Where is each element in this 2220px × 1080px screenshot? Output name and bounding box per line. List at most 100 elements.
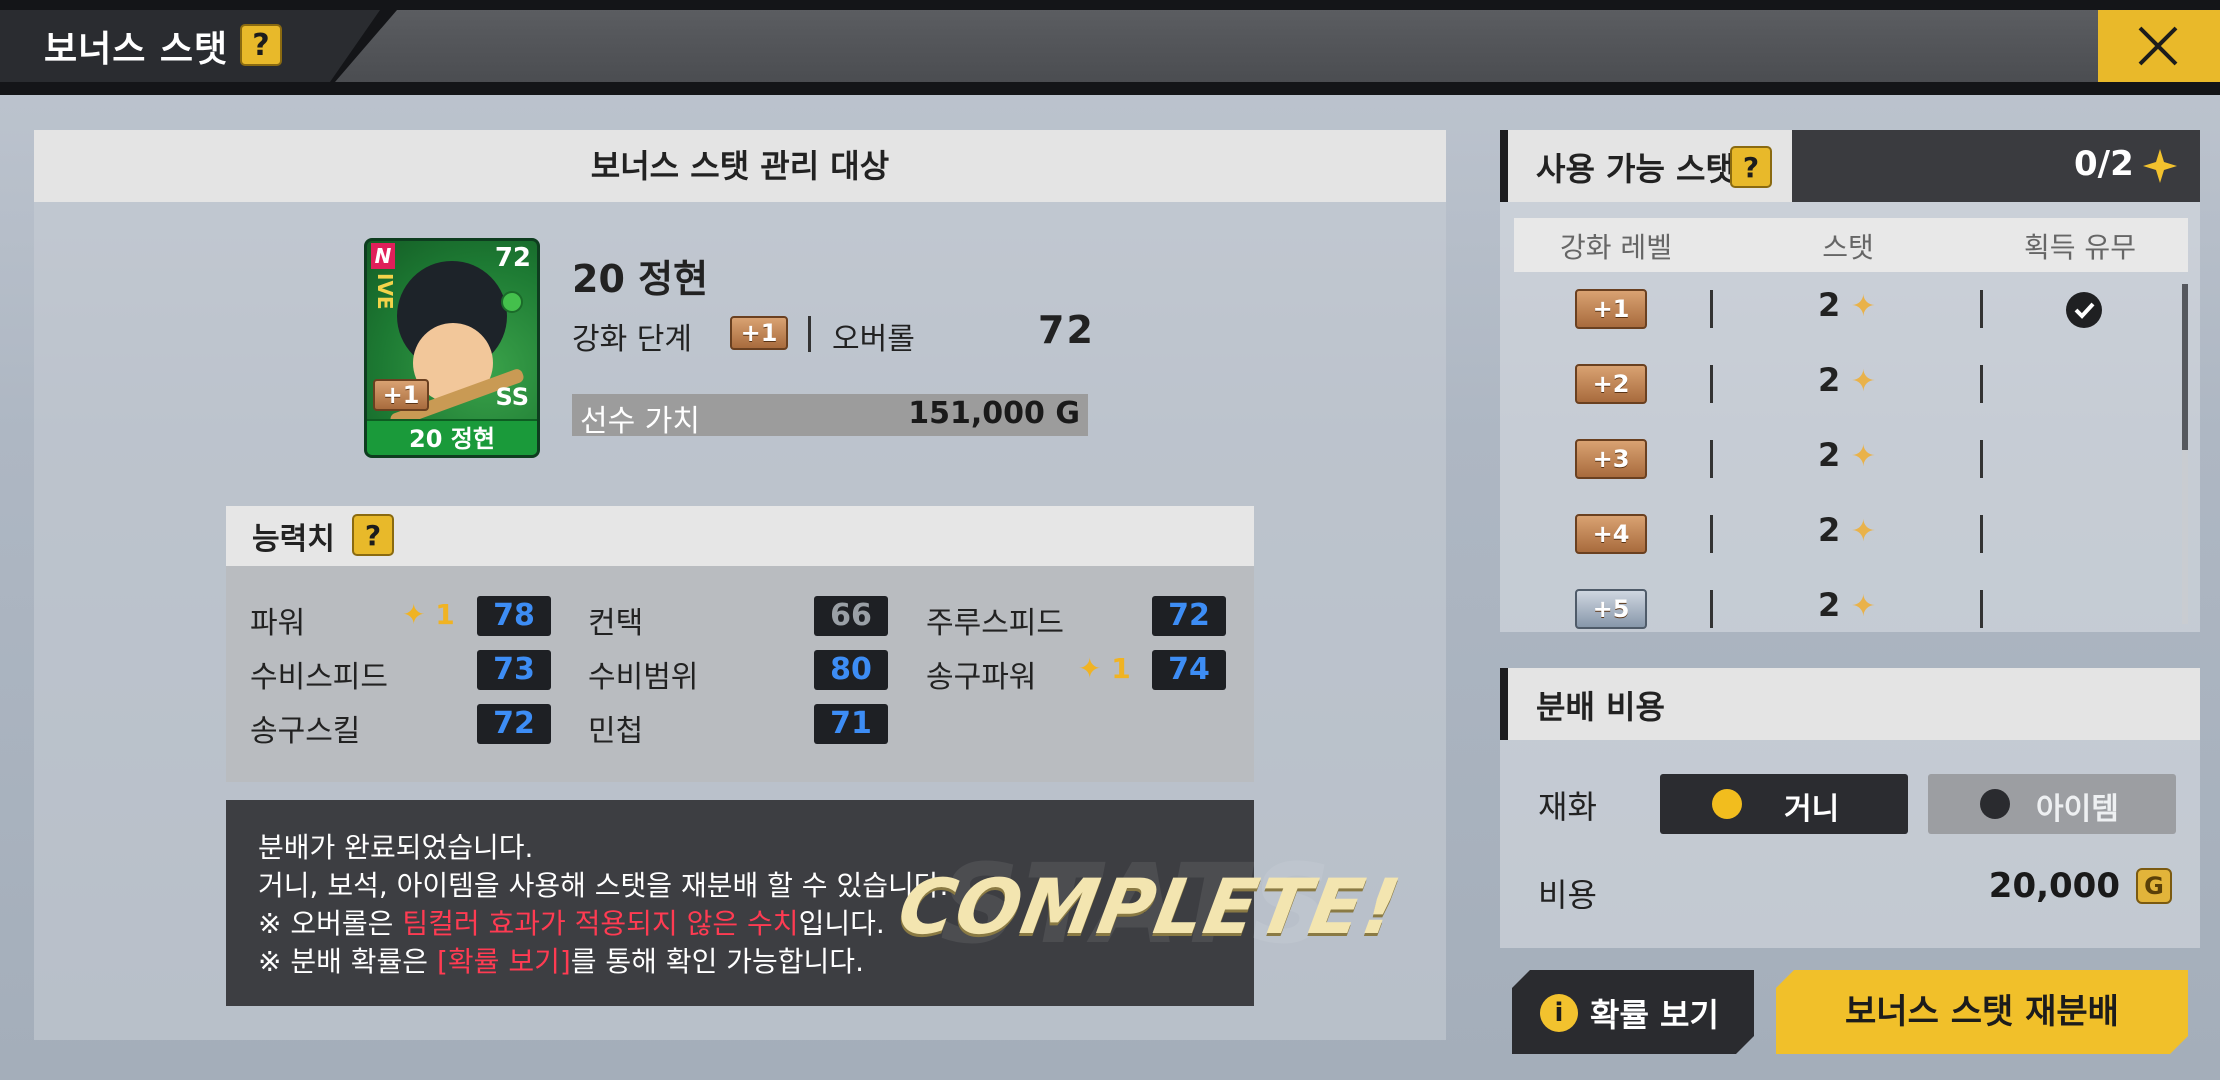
card-grade-badge: N (371, 243, 395, 269)
gunny-currency-icon: G (1055, 396, 1080, 431)
level-table-scroll-thumb[interactable] (2182, 284, 2188, 450)
enhance-level-badge: +1 (730, 316, 788, 350)
star-icon: ✦ (1840, 514, 1876, 549)
stat-label-throw-power: 송구파워 (926, 660, 1037, 695)
row-stat-value-4: 2 (1818, 511, 1841, 549)
currency-gunny-button[interactable]: 거니 (1660, 774, 1908, 834)
stat-label-run-speed: 주루스피드 (926, 606, 1064, 641)
target-panel-title: 보너스 스탯 관리 대상 (590, 147, 890, 185)
currency-label: 재화 (1538, 788, 1597, 826)
radio-selected-icon (1712, 789, 1742, 819)
message-line-4-highlight: [확률 보기] (436, 945, 571, 978)
stat-label-fielding-range: 수비범위 (588, 660, 699, 695)
stat-value-run-speed: 72 (1152, 596, 1226, 636)
available-stats-help-icon[interactable]: ? (1730, 146, 1772, 188)
distribution-cost-title: 분배 비용 (1536, 688, 1665, 726)
stat-label-power: 파워 (250, 606, 306, 641)
title-stripe (335, 10, 2100, 82)
overall-label: 오버롤 (832, 322, 915, 357)
row-stat-value-2: 2 (1818, 361, 1841, 399)
row-divider (1980, 590, 1983, 628)
stat-label-fielding-speed: 수비스피드 (250, 660, 388, 695)
row-stat-3: 2 ✦ (1818, 436, 1876, 474)
cost-label: 비용 (1538, 876, 1597, 914)
complete-stamp: COMPLETE! (892, 862, 1408, 951)
message-line-3: ※ 오버롤은 팀컬러 효과가 적용되지 않은 수치입니다. (258, 902, 885, 942)
player-name: 20 정현 (572, 257, 709, 301)
view-probability-label: 확률 보기 (1590, 996, 1719, 1034)
info-icon: i (1540, 994, 1578, 1032)
stat-value-contact: 66 (814, 596, 888, 636)
row-stat-4: 2 ✦ (1818, 511, 1876, 549)
close-icon (2138, 26, 2178, 66)
message-line-1: 분배가 완료되었습니다. (258, 831, 534, 864)
help-icon[interactable]: ? (240, 24, 282, 66)
card-position: SS (495, 383, 530, 411)
level-badge-1: +1 (1575, 289, 1647, 329)
divider (808, 316, 811, 352)
row-divider (1710, 515, 1713, 553)
level-badge-4: +4 (1575, 514, 1647, 554)
row-divider (1980, 365, 1983, 403)
stat-bonus-throw-power: ✦ 1 (1078, 652, 1131, 685)
star-icon (2143, 149, 2177, 183)
star-icon: ✦ (1840, 289, 1876, 324)
close-button[interactable] (2098, 10, 2220, 82)
row-stat-value-3: 2 (1818, 436, 1841, 474)
redistribute-label: 보너스 스탯 재분배 (1845, 992, 2119, 1032)
available-stats-count-bar (1792, 130, 2200, 202)
card-overall: 72 (494, 243, 531, 273)
column-acquired: 획득 유무 (2024, 231, 2136, 264)
row-stat-value-5: 2 (1818, 586, 1841, 624)
card-enhance-badge: +1 (373, 379, 429, 411)
message-line-3-pre: ※ 오버롤은 (258, 907, 403, 940)
card-team-label: IVE (373, 273, 397, 310)
player-value-amount: 151,000 G (890, 396, 1080, 431)
stat-bonus-power: ✦ 1 (402, 598, 455, 631)
check-icon (2066, 292, 2102, 328)
row-stat-value-1: 2 (1818, 286, 1841, 324)
message-line-2: 거니, 보석, 아이템을 사용해 스탯을 재분배 할 수 있습니다. (258, 869, 949, 902)
row-divider (1710, 440, 1713, 478)
message-line-4-pre: ※ 분배 확률은 (258, 945, 437, 978)
star-icon: ✦ (1840, 589, 1876, 624)
stat-label-contact: 컨택 (588, 606, 644, 641)
stat-label-throw-skill: 송구스킬 (250, 714, 361, 749)
stat-value-fielding-speed: 73 (477, 650, 551, 690)
overall-value: 72 (1038, 308, 1095, 352)
gunny-coin-icon: G (2136, 868, 2172, 904)
currency-gunny-label: 거니 (1784, 792, 1840, 827)
column-stat: 스탯 (1822, 231, 1874, 264)
row-divider (1980, 290, 1983, 328)
currency-item-button[interactable]: 아이템 (1928, 774, 2176, 834)
player-card[interactable]: N IVE 72 SS +1 20 정현 (364, 238, 540, 458)
stat-label-agility: 민첩 (588, 714, 644, 749)
stat-value-power: 78 (477, 596, 551, 636)
card-name: 20 정현 (367, 419, 537, 455)
message-line-3-highlight: 팀컬러 효과가 적용되지 않은 수치 (402, 907, 799, 940)
row-divider (1710, 365, 1713, 403)
level-badge-3: +3 (1575, 439, 1647, 479)
row-divider (1980, 515, 1983, 553)
radio-unselected-icon (1980, 789, 2010, 819)
star-icon: ✦ (1840, 364, 1876, 399)
message-line-4-post: 를 통해 확인 가능합니다. (570, 945, 864, 978)
level-badge-2: +2 (1575, 364, 1647, 404)
page-title: 보너스 스탯 (44, 29, 229, 70)
level-badge-5: +5 (1575, 589, 1647, 629)
stat-value-agility: 71 (814, 704, 888, 744)
star-icon: ✦ (1840, 439, 1876, 474)
row-divider (1980, 440, 1983, 478)
message-line-3-post: 입니다. (798, 907, 885, 940)
player-value-label: 선수 가치 (580, 404, 700, 439)
row-stat-5: 2 ✦ (1818, 586, 1876, 624)
row-divider (1710, 290, 1713, 328)
message-line-4: ※ 분배 확률은 [확률 보기]를 통해 확인 가능합니다. (258, 940, 864, 980)
enhance-level-label: 강화 단계 (572, 322, 692, 357)
available-stats-title: 사용 가능 스탯 (1536, 150, 1735, 188)
available-stats-count: 0/2 (2074, 144, 2134, 184)
stat-value-fielding-range: 80 (814, 650, 888, 690)
player-value-number: 151,000 (908, 396, 1045, 431)
column-level: 강화 레벨 (1560, 231, 1672, 264)
stats-help-icon[interactable]: ? (352, 514, 394, 556)
